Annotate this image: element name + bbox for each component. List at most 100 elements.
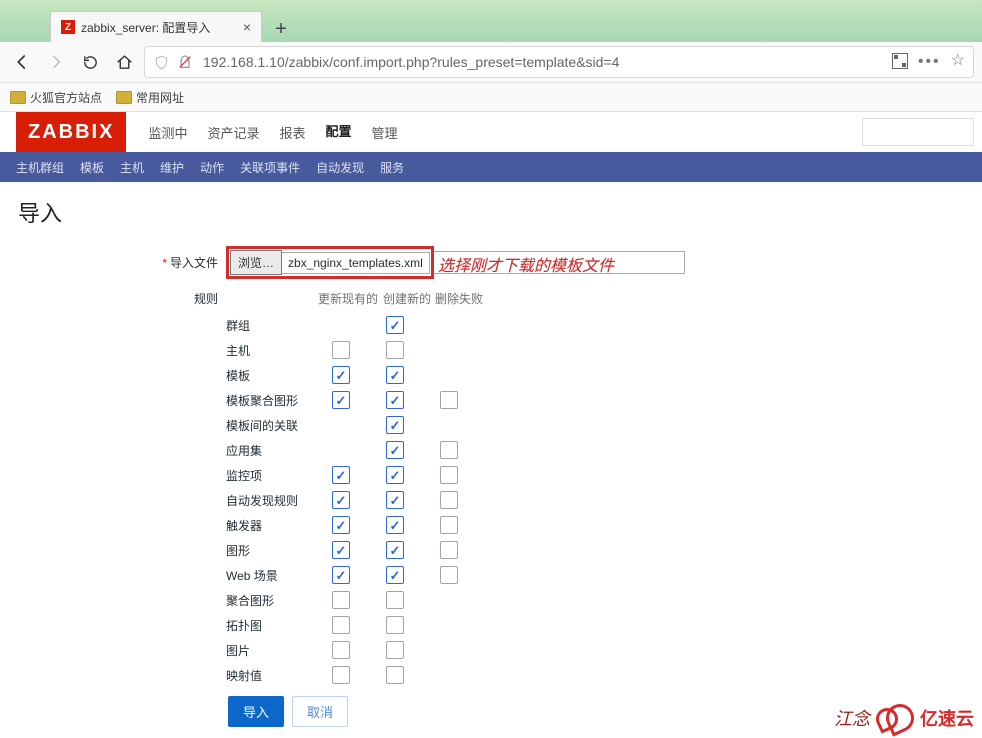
rule-name: 映射值 xyxy=(226,667,314,684)
checkbox-delete[interactable] xyxy=(440,441,458,459)
checkbox-existing[interactable] xyxy=(332,641,350,659)
page-content: ZABBIX 监测中 资产记录 报表 配置 管理 主机群组 模板 主机 维护 动… xyxy=(0,112,982,738)
zabbix-logo[interactable]: ZABBIX xyxy=(16,112,126,152)
new-tab-button[interactable]: + xyxy=(268,16,294,42)
browser-toolbar: ••• ☆ xyxy=(0,42,982,83)
topnav-monitoring[interactable]: 监测中 xyxy=(138,112,197,152)
checkbox-new[interactable] xyxy=(386,466,404,484)
rule-row: 模板 xyxy=(226,366,964,384)
checkbox-existing[interactable] xyxy=(332,491,350,509)
bookmark-item[interactable]: 火狐官方站点 xyxy=(10,89,102,106)
checkbox-delete[interactable] xyxy=(440,516,458,534)
bookmark-item[interactable]: 常用网址 xyxy=(116,89,184,106)
checkbox-existing[interactable] xyxy=(332,616,350,634)
topnav-administration[interactable]: 管理 xyxy=(362,112,408,152)
secnav-maintenance[interactable]: 维护 xyxy=(160,159,184,176)
page-actions-button[interactable]: ••• xyxy=(918,53,941,71)
bookmark-bar: 火狐官方站点 常用网址 xyxy=(0,83,982,112)
rule-row: 模板间的关联 xyxy=(226,416,964,434)
checkbox-new[interactable] xyxy=(386,391,404,409)
topnav-inventory[interactable]: 资产记录 xyxy=(197,112,269,152)
secnav-hosts[interactable]: 主机 xyxy=(120,159,144,176)
nav-back-button[interactable] xyxy=(8,48,36,76)
file-row: *导入文件 浏览… zbx_nginx_templates.xml xyxy=(18,246,964,279)
checkbox-new[interactable] xyxy=(386,666,404,684)
topnav-reports[interactable]: 报表 xyxy=(269,112,315,152)
checkbox-new[interactable] xyxy=(386,441,404,459)
rule-name: 监控项 xyxy=(226,467,314,484)
rule-name: 模板 xyxy=(226,367,314,384)
browse-button[interactable]: 浏览… xyxy=(230,250,282,275)
top-nav: 监测中 资产记录 报表 配置 管理 xyxy=(138,112,407,152)
secnav-services[interactable]: 服务 xyxy=(380,159,404,176)
checkbox-existing[interactable] xyxy=(332,516,350,534)
checkbox-existing[interactable] xyxy=(332,591,350,609)
reload-button[interactable] xyxy=(76,48,104,76)
checkbox-existing[interactable] xyxy=(332,541,350,559)
checkbox-existing[interactable] xyxy=(332,391,350,409)
page-title: 导入 xyxy=(18,196,964,228)
secnav-templates[interactable]: 模板 xyxy=(80,159,104,176)
rule-row: 触发器 xyxy=(226,516,964,534)
checkbox-delete[interactable] xyxy=(440,541,458,559)
col-new: 创建新的 xyxy=(382,290,432,307)
checkbox-existing[interactable] xyxy=(332,341,350,359)
reader-mode-icon[interactable] xyxy=(892,53,908,69)
rule-name: 聚合图形 xyxy=(226,592,314,609)
browser-titlebar: Z zabbix_server: 配置导入 × + xyxy=(0,0,982,42)
checkbox-new[interactable] xyxy=(386,316,404,334)
checkbox-new[interactable] xyxy=(386,541,404,559)
bookmark-label: 常用网址 xyxy=(136,89,184,106)
checkbox-delete[interactable] xyxy=(440,466,458,484)
watermark: 江念 亿速云 xyxy=(834,704,974,732)
secnav-discovery[interactable]: 自动发现 xyxy=(316,159,364,176)
file-input-group: 浏览… zbx_nginx_templates.xml xyxy=(230,250,430,275)
checkbox-new[interactable] xyxy=(386,616,404,634)
rule-row: Web 场景 xyxy=(226,566,964,584)
home-button[interactable] xyxy=(110,48,138,76)
checkbox-new[interactable] xyxy=(386,591,404,609)
checkbox-existing[interactable] xyxy=(332,366,350,384)
bookmark-star-icon[interactable]: ☆ xyxy=(951,53,965,71)
zabbix-header: ZABBIX 监测中 资产记录 报表 配置 管理 xyxy=(0,112,982,152)
checkbox-new[interactable] xyxy=(386,341,404,359)
secnav-hostgroups[interactable]: 主机群组 xyxy=(16,159,64,176)
zabbix-favicon: Z xyxy=(61,20,75,34)
folder-icon xyxy=(116,91,132,104)
rule-row: 群组 xyxy=(226,316,964,334)
checkbox-delete[interactable] xyxy=(440,566,458,584)
search-box[interactable] xyxy=(862,118,974,146)
checkbox-new[interactable] xyxy=(386,516,404,534)
checkbox-existing[interactable] xyxy=(332,666,350,684)
rule-row: 应用集 xyxy=(226,441,964,459)
rule-name: 图形 xyxy=(226,542,314,559)
checkbox-new[interactable] xyxy=(386,566,404,584)
rule-row: 图形 xyxy=(226,541,964,559)
checkbox-new[interactable] xyxy=(386,641,404,659)
checkbox-delete[interactable] xyxy=(440,491,458,509)
rule-row: 拓扑图 xyxy=(226,616,964,634)
browser-tab[interactable]: Z zabbix_server: 配置导入 × xyxy=(50,11,262,42)
watermark-brand: 亿速云 xyxy=(920,705,974,731)
secnav-correlation[interactable]: 关联项事件 xyxy=(240,159,300,176)
checkbox-existing[interactable] xyxy=(332,566,350,584)
col-delete: 删除失败 xyxy=(432,290,486,307)
checkbox-new[interactable] xyxy=(386,416,404,434)
selected-filename: zbx_nginx_templates.xml xyxy=(282,252,430,274)
import-button[interactable]: 导入 xyxy=(228,696,284,727)
checkbox-new[interactable] xyxy=(386,366,404,384)
rule-row: 映射值 xyxy=(226,666,964,684)
insecure-connection-icon[interactable] xyxy=(177,54,193,70)
checkbox-delete[interactable] xyxy=(440,391,458,409)
rule-name: 主机 xyxy=(226,342,314,359)
rule-name: 群组 xyxy=(226,317,314,334)
tab-close-button[interactable]: × xyxy=(243,19,251,35)
checkbox-existing[interactable] xyxy=(332,466,350,484)
topnav-configuration[interactable]: 配置 xyxy=(316,112,362,152)
shield-icon[interactable] xyxy=(153,54,169,70)
cancel-button[interactable]: 取消 xyxy=(292,696,348,727)
url-input[interactable] xyxy=(201,53,884,71)
url-bar[interactable]: ••• ☆ xyxy=(144,46,974,78)
secnav-actions[interactable]: 动作 xyxy=(200,159,224,176)
checkbox-new[interactable] xyxy=(386,491,404,509)
